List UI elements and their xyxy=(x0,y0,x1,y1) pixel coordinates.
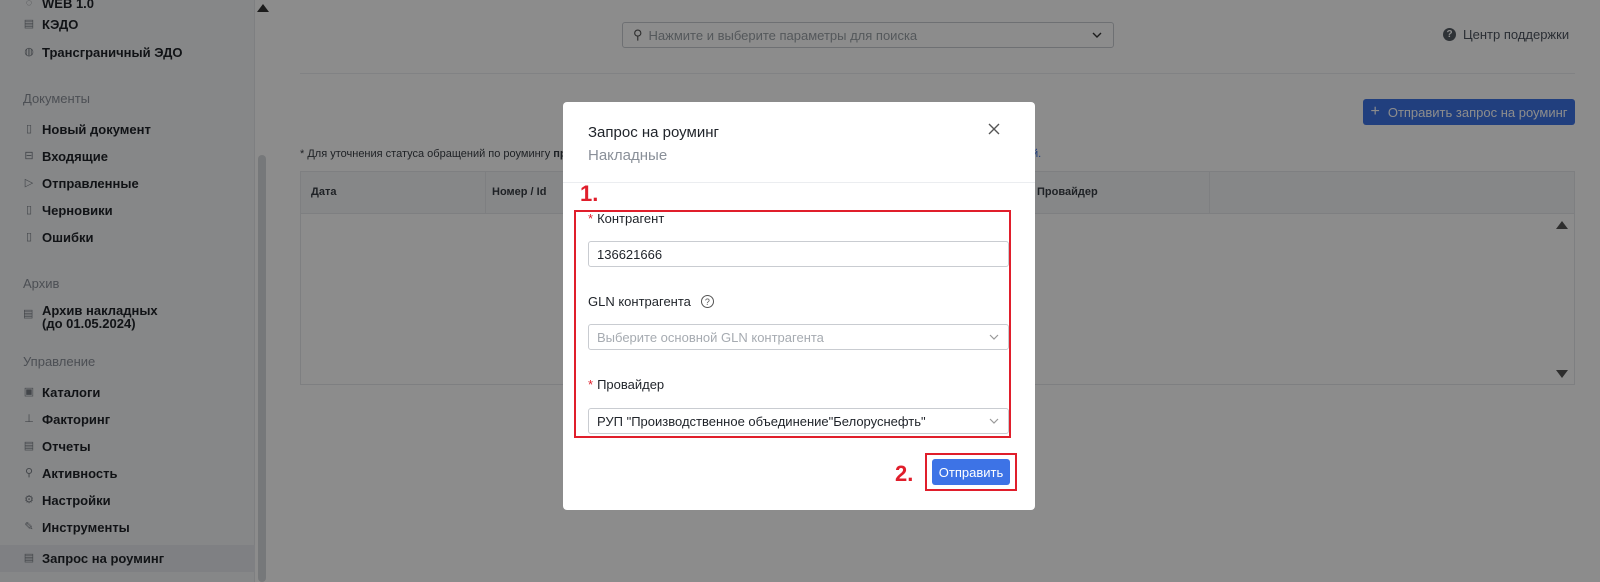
label-text: Провайдер xyxy=(597,377,665,392)
provider-value: РУП "Производственное объединение"Белору… xyxy=(597,413,926,429)
gln-placeholder: Выберите основной GLN контрагента xyxy=(597,329,824,345)
counterparty-label: * Контрагент xyxy=(588,211,664,226)
counterparty-field[interactable]: 136621666 xyxy=(588,241,1009,267)
label-text: Контрагент xyxy=(597,211,665,226)
required-mark: * xyxy=(588,377,594,392)
gln-label: GLN контрагента ? xyxy=(588,294,714,309)
provider-select[interactable]: РУП "Производственное объединение"Белору… xyxy=(588,408,1009,434)
chevron-down-icon xyxy=(988,415,1000,427)
modal-subtitle: Накладные xyxy=(588,147,668,164)
required-mark: * xyxy=(588,211,594,226)
chevron-down-icon xyxy=(988,331,1000,343)
help-icon[interactable]: ? xyxy=(700,295,714,308)
gln-select[interactable]: Выберите основной GLN контрагента xyxy=(588,324,1009,350)
modal-divider xyxy=(563,182,1035,183)
label-text: GLN контрагента xyxy=(588,294,691,309)
roaming-request-modal: Запрос на роуминг Накладные 1. * Контраг… xyxy=(563,102,1035,510)
modal-title: Запрос на роуминг xyxy=(588,124,719,141)
annotation-step-2: 2. xyxy=(895,461,914,486)
submit-button[interactable]: Отправить xyxy=(932,459,1010,485)
annotation-step-1: 1. xyxy=(580,181,599,206)
close-icon[interactable] xyxy=(987,122,1005,140)
counterparty-value: 136621666 xyxy=(597,246,663,262)
provider-label: * Провайдер xyxy=(588,377,664,392)
